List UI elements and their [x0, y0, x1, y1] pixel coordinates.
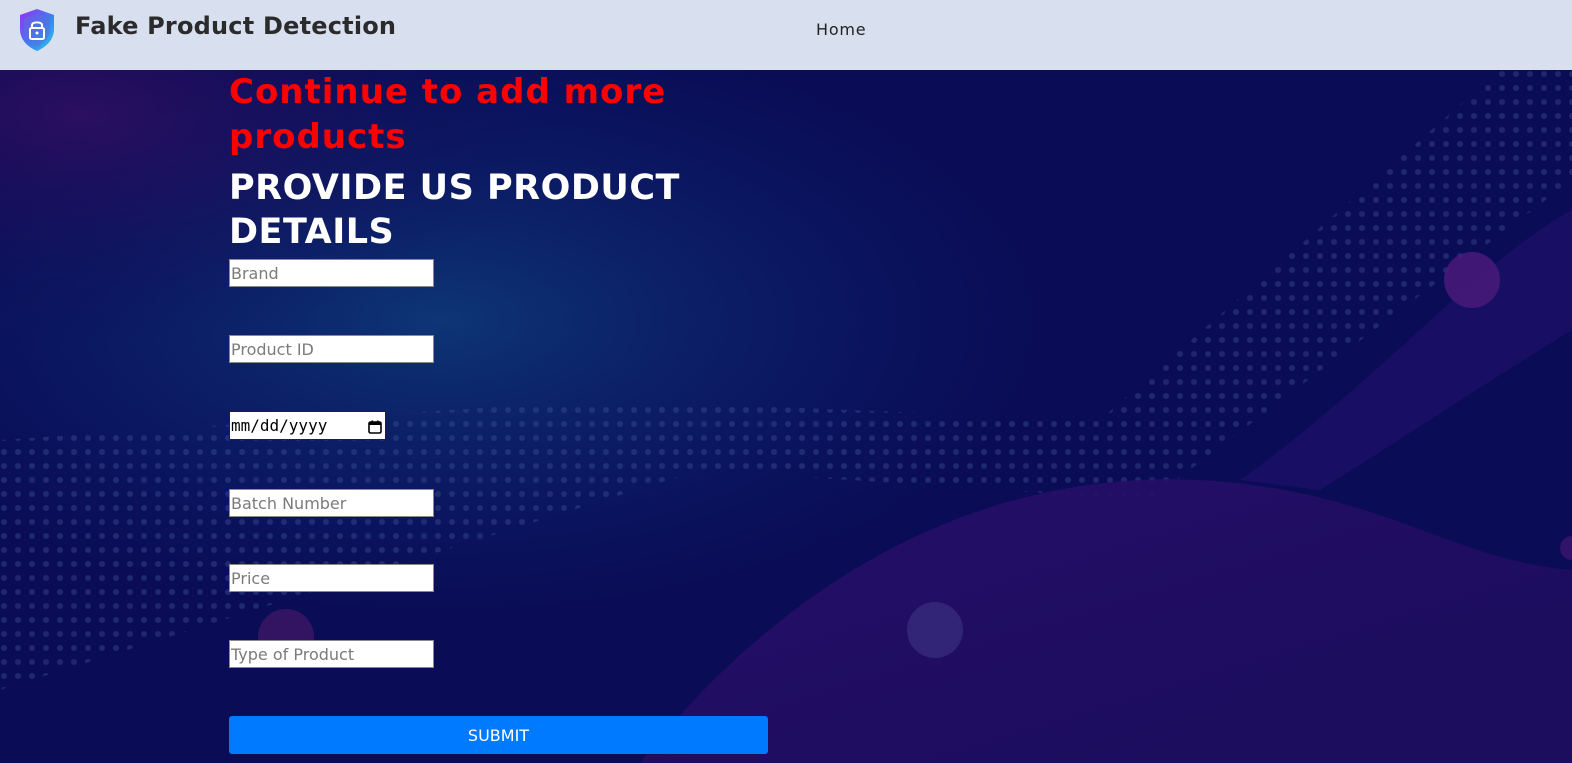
top-navbar: Fake Product Detection Home	[0, 0, 1572, 70]
page: Fake Product Detection Home Continue to …	[0, 0, 1572, 763]
manufacture-date-input[interactable]: mm/dd/yyyy	[229, 411, 386, 440]
product-type-input[interactable]	[229, 640, 434, 668]
brand-title: Fake Product Detection	[75, 12, 397, 40]
form-heading: PROVIDE US PRODUCT DETAILS	[229, 168, 680, 252]
shield-lock-icon[interactable]	[16, 6, 58, 54]
price-input[interactable]	[229, 564, 434, 592]
nav-link-home[interactable]: Home	[816, 20, 866, 39]
batch-number-input[interactable]	[229, 489, 434, 517]
submit-button[interactable]: SUBMIT	[229, 716, 768, 754]
brand-input[interactable]	[229, 259, 434, 287]
date-placeholder: mm/dd/yyyy	[231, 416, 328, 435]
product-id-input[interactable]	[229, 335, 434, 363]
calendar-icon[interactable]	[368, 419, 382, 434]
page-headline: Continue to add more products	[229, 72, 667, 157]
